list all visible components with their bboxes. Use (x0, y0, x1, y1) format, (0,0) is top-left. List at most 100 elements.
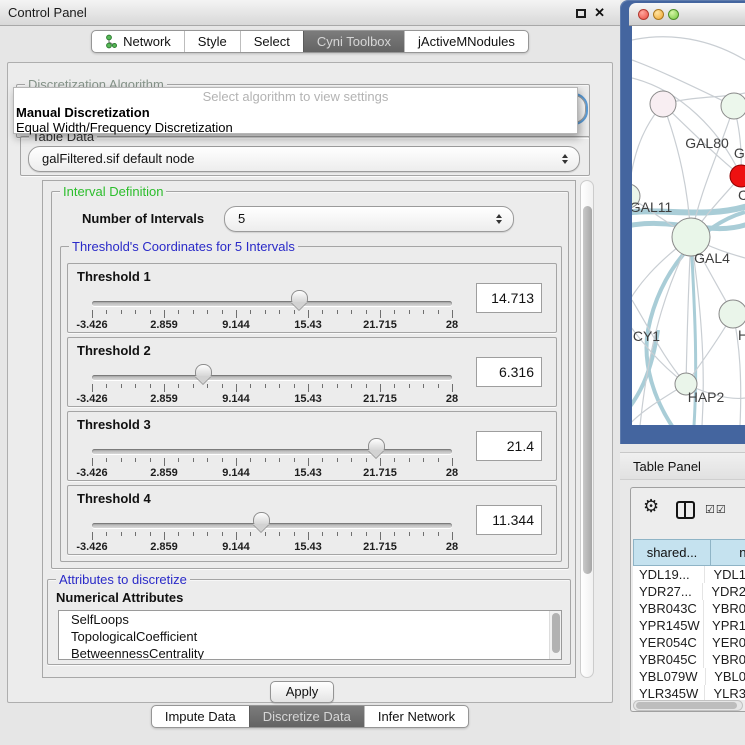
slider-thumb[interactable] (291, 290, 308, 310)
threshold-box: Threshold 2-3.4262.8599.14415.4321.71528… (67, 337, 557, 407)
mac-zoom-icon[interactable] (668, 9, 679, 20)
slider-track[interactable] (92, 523, 452, 528)
table-row[interactable]: YER054CYER0 (633, 634, 745, 651)
table-panel-window: ⚙ ☑☑ shared... na YDL19...YDL1YDR27...YD… (630, 487, 745, 712)
attributes-items: SelfLoopsTopologicalCoefficientBetweenne… (59, 611, 561, 660)
table-row[interactable]: YDR27...YDR2 (633, 583, 745, 600)
checkbox-icons[interactable]: ☑☑ (705, 503, 727, 516)
combo-arrows-icon (496, 214, 502, 224)
tick-label: -3.426 (76, 393, 107, 405)
table-row[interactable]: YBL079WYBL0 (633, 668, 745, 685)
tick-label: 28 (446, 393, 458, 405)
panel-scrollbar[interactable] (580, 180, 594, 678)
panel-scrollbar-thumb[interactable] (583, 206, 592, 574)
tick-label: 15.43 (294, 393, 322, 405)
table-row[interactable]: YPR145WYPR1 (633, 617, 745, 634)
tab-label: Cyni Toolbox (317, 34, 391, 49)
float-window-icon[interactable] (576, 9, 586, 18)
num-intervals-combo[interactable]: 5 (224, 206, 514, 232)
network-node-h[interactable] (719, 300, 745, 328)
mac-minimize-icon[interactable] (653, 9, 664, 20)
attribute-item[interactable]: BetweennessCentrality (59, 645, 561, 660)
bottom-tab-infer-network[interactable]: Infer Network (364, 706, 468, 727)
network-node-label: HAP2 (688, 389, 725, 405)
slider-thumb-point (368, 450, 384, 458)
threshold-label: Threshold 4 (77, 491, 151, 506)
cell-name: YBR0 (704, 651, 745, 668)
gear-icon[interactable]: ⚙ (643, 497, 659, 515)
cell-shared-name: YDL19... (633, 566, 705, 583)
algorithm-option[interactable]: Equal Width/Frequency Discretization (14, 120, 577, 135)
cell-name: YBL0 (706, 668, 745, 685)
tab-cyni-toolbox[interactable]: Cyni Toolbox (303, 31, 404, 52)
num-intervals-value: 5 (225, 207, 513, 231)
slider-track[interactable] (92, 449, 452, 454)
tick-label: 21.715 (363, 541, 397, 553)
network-node-label: GA (734, 145, 745, 161)
table-header-name[interactable]: na (711, 539, 745, 566)
interval-definition-title: Interval Definition (60, 184, 166, 199)
table-hscrollbar[interactable] (633, 700, 743, 711)
list-scrollbar-thumb[interactable] (552, 613, 560, 653)
table-row[interactable]: YLR345WYLR3 (633, 685, 745, 700)
table-data-combo[interactable]: galFiltered.sif default node (28, 146, 580, 172)
tick-label: 9.144 (222, 467, 250, 479)
table-panel-title: Table Panel (633, 453, 745, 480)
interval-definition-group: Interval Definition Number of Intervals … (51, 191, 569, 569)
network-node-label: GAL4 (694, 250, 730, 266)
mac-close-icon[interactable] (638, 9, 649, 20)
cell-name: YPR1 (704, 617, 745, 634)
table-header-shared[interactable]: shared... (633, 539, 711, 566)
list-scrollbar[interactable] (549, 611, 561, 659)
table-header: shared... na (633, 539, 745, 566)
slider-thumb[interactable] (195, 364, 212, 384)
attribute-item[interactable]: TopologicalCoefficient (59, 628, 561, 645)
tab-network[interactable]: Network (92, 31, 184, 52)
tick-label: 2.859 (150, 393, 178, 405)
cell-name: YBR0 (704, 600, 745, 617)
tick-label: 2.859 (150, 541, 178, 553)
threshold-value-field[interactable]: 6.316 (476, 357, 542, 387)
threshold-value-field[interactable]: 11.344 (476, 505, 542, 535)
slider-thumb[interactable] (368, 438, 385, 458)
numerical-attributes-list: SelfLoopsTopologicalCoefficientBetweenne… (58, 610, 562, 660)
network-view-window: GAL80GACGAL11GAL4GCY1HHAP2 (620, 0, 745, 444)
tab-select[interactable]: Select (240, 31, 303, 52)
network-node-label: GAL11 (632, 199, 672, 215)
network-node-label: GCY1 (632, 328, 660, 344)
tab-label: jActiveMNodules (418, 34, 515, 49)
tick-label: 15.43 (294, 541, 322, 553)
slider-tick-labels: -3.4262.8599.14415.4321.71528 (68, 467, 556, 479)
table-row[interactable]: YDL19...YDL1 (633, 566, 745, 583)
slider-track[interactable] (92, 301, 452, 306)
bottom-tabrow: Impute DataDiscretize DataInfer Network (0, 705, 620, 728)
attribute-item[interactable]: SelfLoops (59, 611, 561, 628)
slider-thumb[interactable] (253, 512, 270, 532)
network-node-label: C (738, 187, 745, 203)
network-canvas[interactable]: GAL80GACGAL11GAL4GCY1HHAP2 (632, 26, 745, 425)
threshold-label: Threshold 1 (77, 269, 151, 284)
bottom-tab-impute-data[interactable]: Impute Data (152, 706, 249, 727)
slider-track[interactable] (92, 375, 452, 380)
tab-style[interactable]: Style (184, 31, 240, 52)
tab-jactivemnodules[interactable]: jActiveMNodules (404, 31, 528, 52)
thresholds-title: Threshold's Coordinates for 5 Intervals (69, 239, 298, 254)
network-node-gal80[interactable] (650, 91, 676, 117)
slider-tick-labels: -3.4262.8599.14415.4321.71528 (68, 393, 556, 405)
slider-thumb-point (291, 302, 307, 310)
cell-shared-name: YBR045C (633, 651, 704, 668)
network-node-ga[interactable] (721, 93, 745, 119)
table-row[interactable]: YBR045CYBR0 (633, 651, 745, 668)
tick-label: 9.144 (222, 393, 250, 405)
cell-shared-name: YBL079W (633, 668, 706, 685)
apply-button[interactable]: Apply (270, 681, 334, 703)
tick-label: -3.426 (76, 319, 107, 331)
bottom-tab-discretize-data[interactable]: Discretize Data (249, 706, 364, 727)
table-hscrollbar-thumb[interactable] (636, 702, 737, 709)
algorithm-option[interactable]: Manual Discretization (14, 105, 577, 120)
threshold-value-field[interactable]: 14.713 (476, 283, 542, 313)
table-row[interactable]: YBR043CYBR0 (633, 600, 745, 617)
columns-icon[interactable] (676, 501, 695, 519)
close-icon[interactable]: ✕ (594, 5, 605, 21)
threshold-value-field[interactable]: 21.4 (476, 431, 542, 461)
